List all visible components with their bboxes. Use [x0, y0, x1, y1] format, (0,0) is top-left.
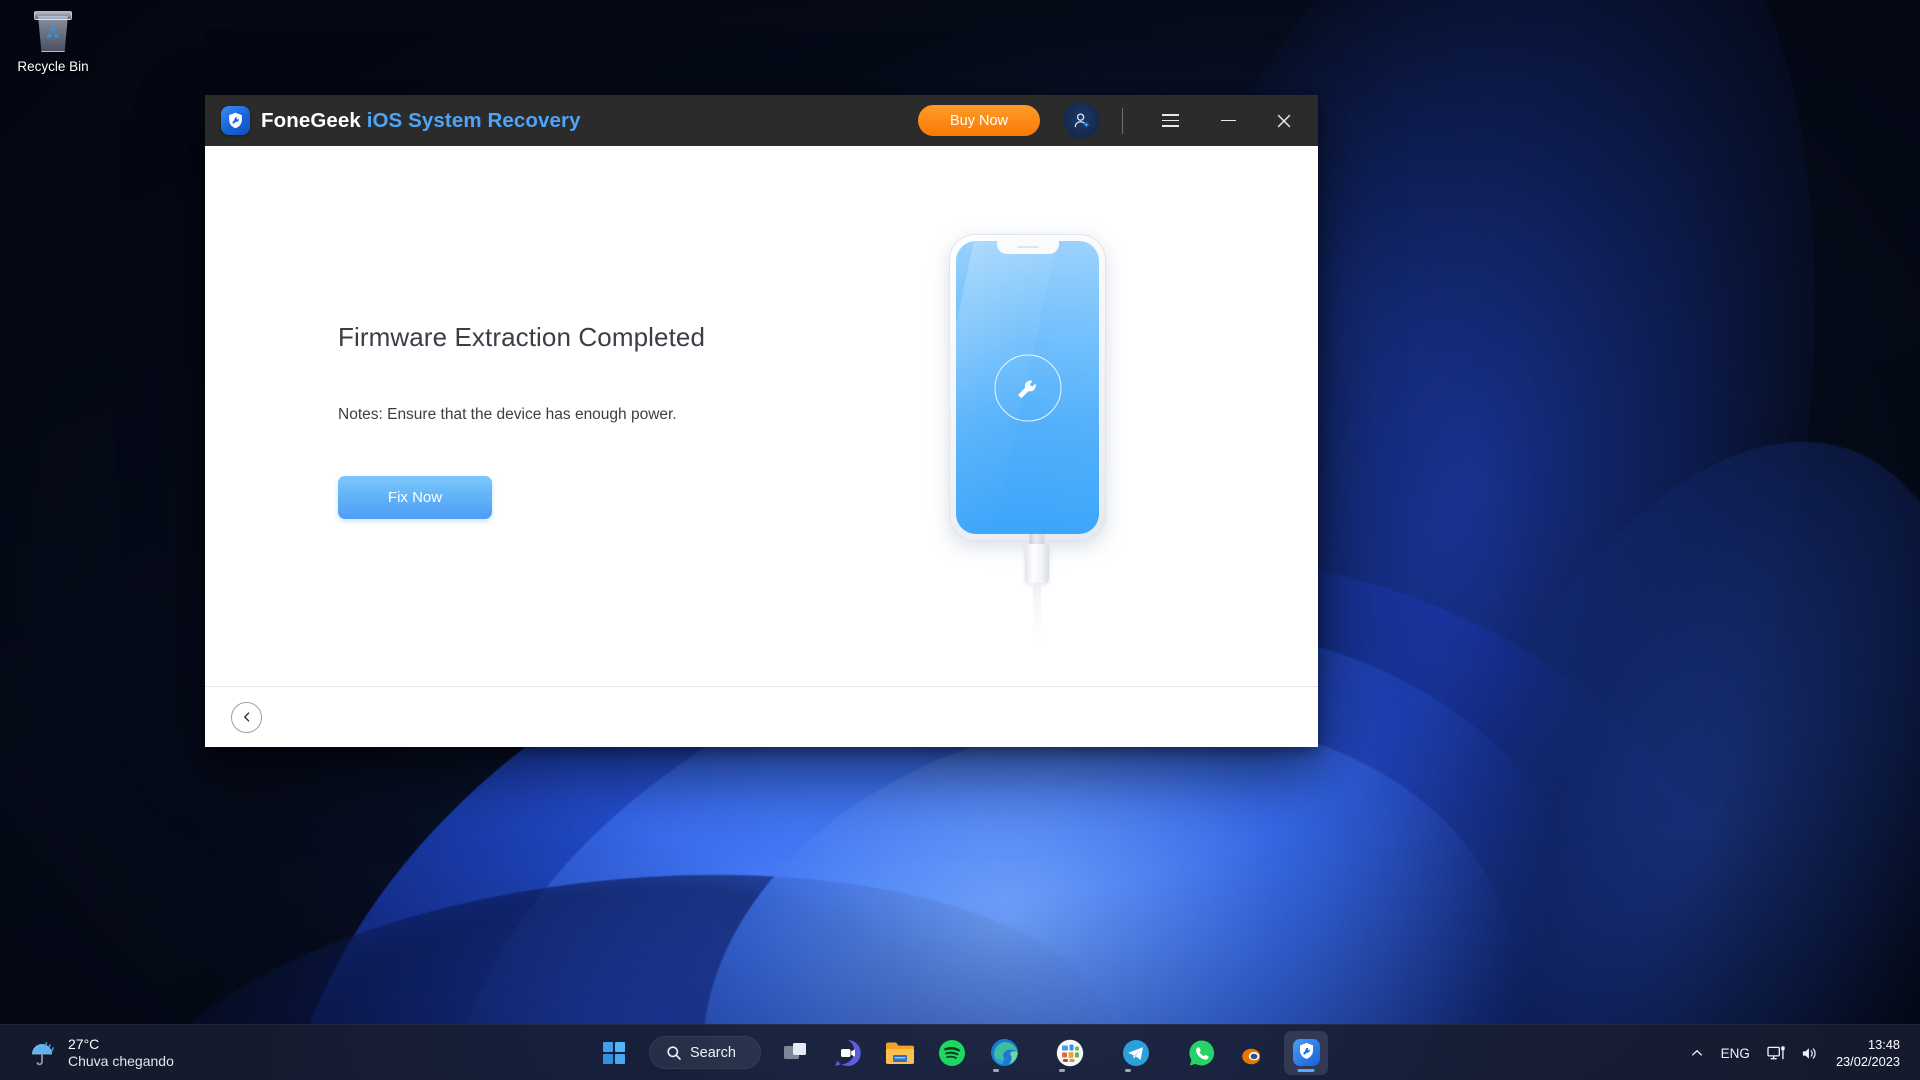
app-content-area: Firmware Extraction Completed Notes: Ens…	[205, 146, 1318, 686]
taskbar-app-fonegeek[interactable]	[1284, 1030, 1328, 1075]
recycle-bin-icon	[30, 8, 76, 54]
clock-date: 23/02/2023	[1835, 1054, 1900, 1069]
back-button[interactable]	[231, 701, 262, 733]
buy-now-button[interactable]: Buy Now	[918, 105, 1040, 136]
task-view-icon	[784, 1042, 806, 1059]
app-titlebar: FoneGeek iOS System Recovery Buy Now	[205, 95, 1318, 146]
search-label: Search	[690, 1044, 736, 1061]
fonegeek-icon	[1292, 1039, 1320, 1066]
account-button[interactable]	[1063, 102, 1100, 139]
volume-button[interactable]	[1793, 1030, 1826, 1076]
close-icon	[1277, 114, 1291, 127]
taskbar-active-indicator	[1297, 1068, 1315, 1072]
app-footer	[205, 686, 1318, 747]
shield-wrench-icon	[221, 106, 250, 135]
minimize-icon	[1220, 119, 1236, 122]
file-explorer-icon	[886, 1042, 914, 1064]
rain-umbrella-icon	[28, 1038, 58, 1068]
tray-overflow-button[interactable]	[1683, 1030, 1711, 1076]
taskbar-app-office[interactable]	[1048, 1031, 1092, 1075]
taskbar-app-microsoft-edge[interactable]	[982, 1031, 1026, 1075]
taskbar-app-telegram[interactable]	[1114, 1031, 1158, 1075]
telegram-icon	[1123, 1039, 1149, 1066]
app-title-secondary: iOS System Recovery	[366, 108, 581, 132]
search-button[interactable]: Search	[649, 1036, 761, 1069]
zoom-icon	[835, 1039, 861, 1066]
taskbar-center-group: Search	[592, 1025, 1328, 1080]
titlebar-divider	[1122, 107, 1123, 134]
weather-description: Chuva chegando	[68, 1053, 174, 1069]
whatsapp-icon	[1189, 1039, 1215, 1065]
app-title-primary: FoneGeek	[261, 108, 361, 132]
minimize-button[interactable]	[1206, 95, 1250, 146]
blender-icon	[1241, 1048, 1261, 1064]
system-tray: ENG 13:48 23/02/2023	[1683, 1025, 1920, 1080]
windows-taskbar: 27°C Chuva chegando Search ENG 13:48 23/…	[0, 1024, 1920, 1080]
taskbar-app-file-explorer[interactable]	[878, 1031, 922, 1075]
clock-time: 13:48	[1867, 1036, 1900, 1052]
office-icon	[1056, 1039, 1084, 1066]
titlebar-controls: Buy Now	[918, 95, 1318, 146]
close-button[interactable]	[1262, 95, 1306, 146]
start-button[interactable]	[592, 1031, 636, 1075]
cable-connector	[1024, 544, 1049, 583]
edge-icon	[990, 1039, 1018, 1066]
spotify-icon	[939, 1039, 965, 1066]
desktop-icon-recycle-bin[interactable]: Recycle Bin	[8, 8, 98, 74]
weather-text: 27°C Chuva chegando	[68, 1036, 174, 1071]
taskbar-app-whatsapp[interactable]	[1180, 1031, 1224, 1075]
taskbar-app-zoom[interactable]	[826, 1031, 870, 1075]
search-icon	[667, 1045, 681, 1060]
wrench-in-circle-icon	[994, 354, 1061, 421]
taskbar-weather-widget[interactable]: 27°C Chuva chegando	[16, 1025, 186, 1080]
page-title: Firmware Extraction Completed	[338, 322, 706, 352]
clock-widget[interactable]: 13:48 23/02/2023	[1826, 1036, 1906, 1071]
chevron-up-icon	[1691, 1050, 1702, 1056]
content-text-column: Firmware Extraction Completed Notes: Ens…	[338, 322, 858, 519]
iphone-device-icon	[949, 234, 1124, 654]
chevron-left-icon	[243, 712, 249, 722]
taskbar-app-blender[interactable]	[1232, 1031, 1276, 1075]
task-view-button[interactable]	[774, 1031, 818, 1075]
cable-wire	[1032, 582, 1041, 650]
desktop-icon-label: Recycle Bin	[17, 59, 89, 74]
notes-text: Notes: Ensure that the device has enough…	[338, 406, 677, 423]
taskbar-app-spotify[interactable]	[930, 1031, 974, 1075]
fonegeek-app-window: FoneGeek iOS System Recovery Buy Now Fir…	[205, 95, 1318, 747]
network-button[interactable]	[1760, 1030, 1793, 1076]
windows-start-icon	[603, 1041, 625, 1064]
user-add-icon	[1074, 113, 1089, 128]
app-title: FoneGeek iOS System Recovery	[261, 109, 581, 133]
weather-temperature: 27°C	[68, 1035, 100, 1052]
fix-now-button[interactable]: Fix Now	[338, 476, 492, 519]
language-indicator[interactable]: ENG	[1711, 1030, 1760, 1076]
menu-button[interactable]	[1148, 95, 1192, 146]
network-icon	[1767, 1045, 1785, 1059]
hamburger-menu-icon	[1161, 114, 1179, 127]
volume-icon	[1802, 1047, 1816, 1059]
phone-notch	[996, 241, 1059, 254]
